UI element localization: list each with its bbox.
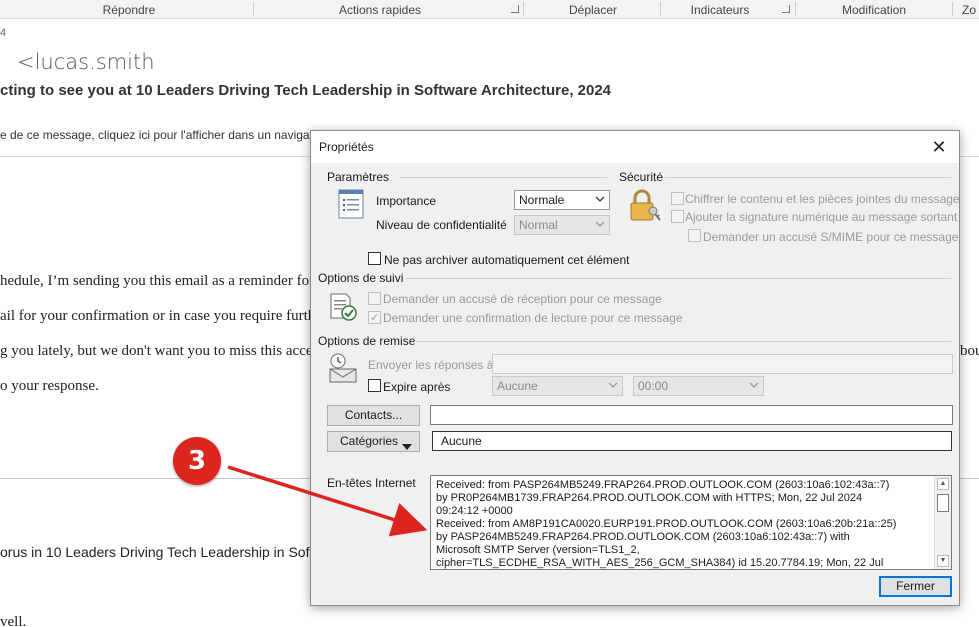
chevron-down-icon xyxy=(595,194,605,204)
expires-date-select[interactable]: Aucune xyxy=(492,376,623,396)
email-body-line: g you lately, but we don't want you to m… xyxy=(0,343,325,359)
expires-time-value: 00:00 xyxy=(638,379,669,393)
importance-select[interactable]: Normale xyxy=(514,190,610,210)
categories-button-label: Catégories xyxy=(340,434,399,448)
no-archive-label: Ne pas archiver automatiquement cet élém… xyxy=(384,253,630,267)
scroll-up-icon[interactable]: ▲ xyxy=(937,478,949,490)
properties-list-icon xyxy=(338,189,364,222)
ribbon-group-indicateurs: Indicateurs xyxy=(690,3,750,17)
encrypt-label: Chiffrer le contenu et les pièces jointe… xyxy=(685,192,960,206)
ribbon-group-actions-rapides: Actions rapides xyxy=(338,3,422,17)
read-receipt-label: Demander une confirmation de lecture pou… xyxy=(383,311,683,325)
tracking-icon xyxy=(328,291,360,326)
triangle-down-icon xyxy=(402,438,412,457)
chevron-down-icon xyxy=(595,219,605,229)
expires-time-select[interactable]: 00:00 xyxy=(633,376,764,396)
header-line: cipher=TLS_ECDHE_RSA_WITH_AES_256_GCM_SH… xyxy=(436,557,884,569)
signature-label: Ajouter la signature numérique au messag… xyxy=(685,210,958,224)
email-sender: <lucas.smith xyxy=(17,50,155,74)
dialog-titlebar: Propriétés ✕ xyxy=(311,131,959,163)
header-line: Received: from PASP264MB5249.FRAP264.PRO… xyxy=(436,479,890,491)
properties-dialog: Propriétés ✕ Paramètres Importance Norma… xyxy=(310,130,960,606)
scroll-down-icon[interactable]: ▼ xyxy=(937,555,949,567)
header-line: by PR0P264MB1739.FRAP264.PROD.OUTLOOK.CO… xyxy=(436,492,863,504)
ribbon-group-repondre: Répondre xyxy=(102,3,156,17)
email-infobar[interactable]: e de ce message, cliquez ici pour l'affi… xyxy=(0,128,313,142)
email-body-fragment: bou xyxy=(960,343,979,359)
chevron-down-icon xyxy=(749,380,759,390)
smime-label: Demander un accusé S/MIME pour ce messag… xyxy=(703,230,959,244)
dialog-launcher-icon[interactable] xyxy=(782,5,790,13)
email-body-line: hedule, I’m sending you this email as a … xyxy=(0,273,326,289)
read-receipt-checkbox[interactable]: ✓ xyxy=(368,311,381,324)
ribbon-group-deplacer: Déplacer xyxy=(568,3,618,17)
ribbon-separator xyxy=(660,2,661,16)
headers-scrollbar[interactable]: ▲ ▼ xyxy=(934,476,951,569)
section-divider xyxy=(406,278,951,279)
confidentiality-value: Normal xyxy=(519,218,558,232)
fermer-button[interactable]: Fermer xyxy=(879,576,952,597)
section-divider xyxy=(665,177,951,178)
expires-date-value: Aucune xyxy=(497,379,538,393)
reply-to-field[interactable] xyxy=(492,354,953,374)
importance-value: Normale xyxy=(519,193,565,207)
ribbon-separator xyxy=(523,2,524,16)
ribbon-separator xyxy=(253,2,254,16)
no-archive-checkbox[interactable] xyxy=(368,252,381,265)
expires-checkbox[interactable] xyxy=(368,379,381,392)
expires-label: Expire après xyxy=(383,380,451,394)
header-line: by PASP264MB5249.FRAP264.PROD.OUTLOOK.CO… xyxy=(436,531,850,543)
delivery-receipt-checkbox[interactable] xyxy=(368,292,381,305)
internet-headers-label: En-têtes Internet xyxy=(327,476,416,490)
section-securite-heading: Sécurité xyxy=(619,170,664,184)
email-body-line: o your response. xyxy=(0,378,99,394)
lock-key-icon xyxy=(629,189,661,226)
header-line: 09:24:12 +0000 xyxy=(436,505,513,517)
section-suivi-heading: Options de suivi xyxy=(318,271,404,285)
categories-field[interactable]: Aucune xyxy=(432,431,952,451)
ribbon-group-zoom: Zo xyxy=(962,3,977,17)
dialog-title: Propriétés xyxy=(319,140,374,154)
email-date-fragment: 4 xyxy=(0,27,7,39)
internet-headers-textbox[interactable]: Received: from PASP264MB5249.FRAP264.PRO… xyxy=(430,475,952,570)
email-body-line: ail for your confirmation or in case you… xyxy=(0,308,322,324)
ribbon-separator xyxy=(952,2,953,16)
ribbon-group-modification: Modification xyxy=(841,3,907,17)
confidentiality-label: Niveau de confidentialité xyxy=(376,218,507,232)
reply-to-label: Envoyer les réponses à xyxy=(368,358,494,372)
encrypt-checkbox[interactable] xyxy=(671,192,684,205)
categories-button[interactable]: Catégories xyxy=(327,431,420,452)
header-line: Received: from AM8P191CA0020.EURP191.PRO… xyxy=(436,518,897,530)
ribbon-separator xyxy=(795,2,796,16)
close-icon[interactable]: ✕ xyxy=(927,135,951,159)
dialog-launcher-icon[interactable] xyxy=(511,5,519,13)
delivery-receipt-label: Demander un accusé de réception pour ce … xyxy=(383,292,662,306)
smime-checkbox[interactable] xyxy=(688,229,701,242)
scrollbar-thumb[interactable] xyxy=(937,494,949,512)
delivery-icon xyxy=(326,352,360,387)
chevron-down-icon xyxy=(608,380,618,390)
section-parametres-heading: Paramètres xyxy=(327,170,390,184)
annotation-step-badge: 3 xyxy=(173,437,221,485)
section-divider xyxy=(414,341,951,342)
importance-label: Importance xyxy=(376,194,437,208)
section-divider xyxy=(399,177,607,178)
contacts-field[interactable] xyxy=(430,405,953,425)
header-line: Microsoft SMTP Server (version=TLS1_2, xyxy=(436,544,640,556)
email-lower-line: vell. xyxy=(0,614,27,627)
section-remise-heading: Options de remise xyxy=(318,334,416,348)
email-lower-line: orus in 10 Leaders Driving Tech Leadersh… xyxy=(0,544,332,560)
email-subject: cting to see you at 10 Leaders Driving T… xyxy=(0,82,612,99)
contacts-button[interactable]: Contacts... xyxy=(327,405,420,426)
ribbon-group-labels: Répondre Actions rapides Déplacer Indica… xyxy=(0,0,979,19)
signature-checkbox[interactable] xyxy=(671,210,684,223)
confidentiality-select[interactable]: Normal xyxy=(514,215,610,235)
checkmark-icon: ✓ xyxy=(370,312,380,324)
